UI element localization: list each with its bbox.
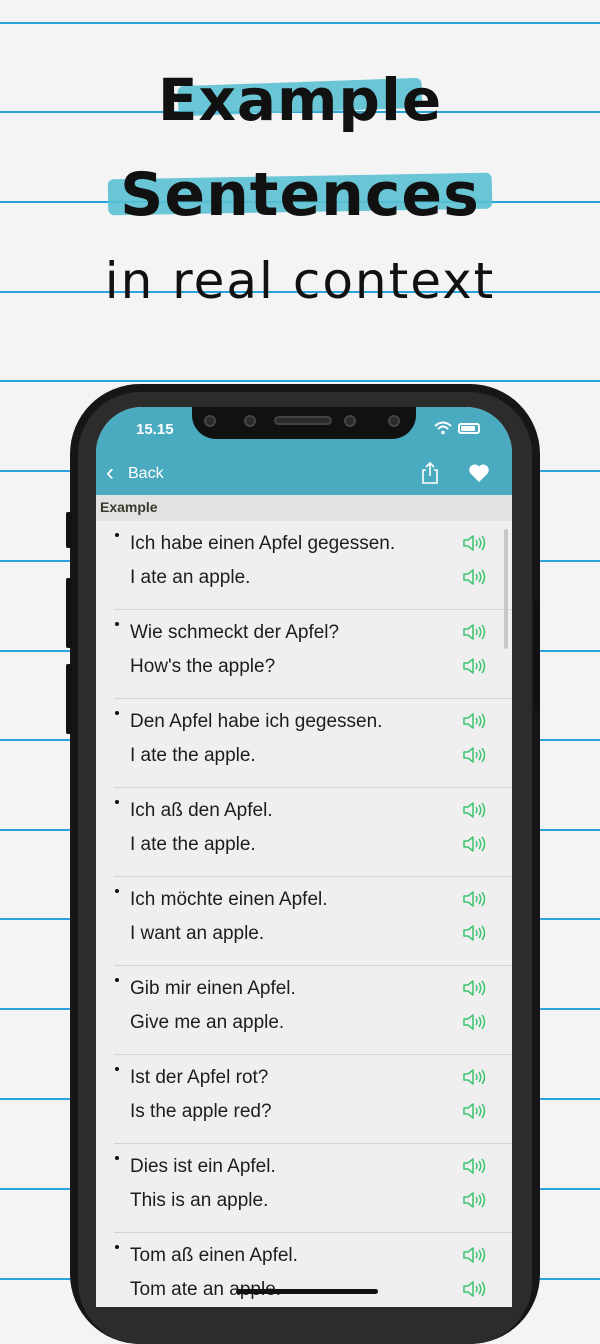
- speaker-icon[interactable]: [462, 746, 488, 764]
- sensor-dot: [204, 415, 216, 427]
- bullet-dot: [115, 1156, 119, 1160]
- list-item[interactable]: Gib mir einen Apfel. Give me an apple.: [96, 966, 512, 1055]
- ruled-line: [0, 380, 600, 382]
- mute-switch: [66, 512, 72, 548]
- bullet-dot: [115, 800, 119, 804]
- english-translation: This is an apple.: [130, 1190, 269, 1211]
- ruled-line: [0, 22, 600, 24]
- nav-bar: ‹ Back: [96, 455, 512, 495]
- german-sentence: Den Apfel habe ich gegessen.: [130, 711, 383, 732]
- bullet-dot: [115, 1067, 119, 1071]
- english-translation: Give me an apple.: [130, 1012, 285, 1033]
- english-translation: I ate the apple.: [130, 834, 256, 855]
- list-item[interactable]: Wie schmeckt der Apfel? How's the apple?: [96, 610, 512, 699]
- sentence-list[interactable]: Ich habe einen Apfel gegessen. I ate an a…: [96, 521, 512, 1307]
- speaker-icon[interactable]: [462, 979, 488, 997]
- english-translation: I ate an apple.: [130, 567, 251, 588]
- speaker-icon[interactable]: [462, 924, 488, 942]
- bullet-dot: [115, 533, 119, 537]
- headline-context: in real context: [104, 252, 496, 310]
- speaker-icon[interactable]: [462, 1246, 488, 1264]
- headline-sentences: Sentences: [120, 160, 480, 230]
- list-item[interactable]: Ich habe einen Apfel gegessen. I ate an a…: [96, 521, 512, 610]
- german-sentence: Ich habe einen Apfel gegessen.: [130, 533, 396, 554]
- notch: [192, 407, 416, 439]
- list-item[interactable]: Ich aß den Apfel. I ate the apple.: [96, 788, 512, 877]
- speaker-icon[interactable]: [462, 568, 488, 586]
- list-item[interactable]: Dies ist ein Apfel. This is an apple.: [96, 1144, 512, 1233]
- section-title: Example: [100, 499, 158, 515]
- speaker-icon[interactable]: [462, 623, 488, 641]
- speaker-icon[interactable]: [462, 801, 488, 819]
- power-button: [534, 600, 540, 710]
- german-sentence: Dies ist ein Apfel.: [130, 1156, 276, 1177]
- share-icon[interactable]: [420, 461, 440, 485]
- back-label: Back: [128, 465, 164, 482]
- german-sentence: Tom aß einen Apfel.: [130, 1245, 298, 1266]
- chevron-left-icon: ‹: [106, 459, 114, 486]
- status-bar: 15.15: [96, 407, 512, 455]
- speaker-icon[interactable]: [462, 1191, 488, 1209]
- speaker-icon[interactable]: [462, 1102, 488, 1120]
- sensor-dot: [244, 415, 256, 427]
- speaker-icon[interactable]: [462, 1068, 488, 1086]
- list-item[interactable]: Ich möchte einen Apfel. I want an apple.: [96, 877, 512, 966]
- headline-example: Example: [157, 66, 443, 134]
- heart-icon[interactable]: [468, 463, 490, 483]
- german-sentence: Ich aß den Apfel.: [130, 800, 273, 821]
- battery-icon: [458, 423, 480, 434]
- german-sentence: Ich möchte einen Apfel.: [130, 889, 328, 910]
- speaker-icon[interactable]: [462, 1280, 488, 1298]
- scrollbar[interactable]: [504, 529, 508, 649]
- speaker-icon[interactable]: [462, 534, 488, 552]
- volume-up-button: [66, 578, 72, 648]
- english-translation: How's the apple?: [130, 656, 276, 677]
- clock: 15.15: [136, 421, 174, 438]
- speaker-icon[interactable]: [462, 657, 488, 675]
- front-camera: [388, 415, 400, 427]
- speaker-icon[interactable]: [462, 1013, 488, 1031]
- speaker-icon[interactable]: [462, 835, 488, 853]
- list-item[interactable]: Den Apfel habe ich gegessen. I ate the ap…: [96, 699, 512, 788]
- bullet-dot: [115, 889, 119, 893]
- home-indicator[interactable]: [236, 1289, 378, 1294]
- bullet-dot: [115, 622, 119, 626]
- speaker-icon[interactable]: [462, 712, 488, 730]
- list-item[interactable]: Tom aß einen Apfel. Tom ate an apple.: [96, 1233, 512, 1307]
- speaker-icon[interactable]: [462, 890, 488, 908]
- phone-screen: 15.15 ‹ Back Example Ich habe einen Apfe…: [96, 407, 512, 1307]
- back-button[interactable]: ‹ Back: [96, 455, 186, 495]
- bullet-dot: [115, 1245, 119, 1249]
- german-sentence: Ist der Apfel rot?: [130, 1067, 269, 1088]
- english-translation: I want an apple.: [130, 923, 265, 944]
- list-item[interactable]: Ist der Apfel rot? Is the apple red?: [96, 1055, 512, 1144]
- english-translation: Is the apple red?: [130, 1101, 272, 1122]
- german-sentence: Wie schmeckt der Apfel?: [130, 622, 340, 643]
- bullet-dot: [115, 978, 119, 982]
- volume-down-button: [66, 664, 72, 734]
- bullet-dot: [115, 711, 119, 715]
- wifi-icon: [434, 421, 452, 435]
- english-translation: I ate the apple.: [130, 745, 256, 766]
- earpiece-speaker: [274, 416, 332, 425]
- speaker-icon[interactable]: [462, 1157, 488, 1175]
- german-sentence: Gib mir einen Apfel.: [130, 978, 296, 999]
- sensor-dot: [344, 415, 356, 427]
- section-header: Example: [96, 495, 512, 521]
